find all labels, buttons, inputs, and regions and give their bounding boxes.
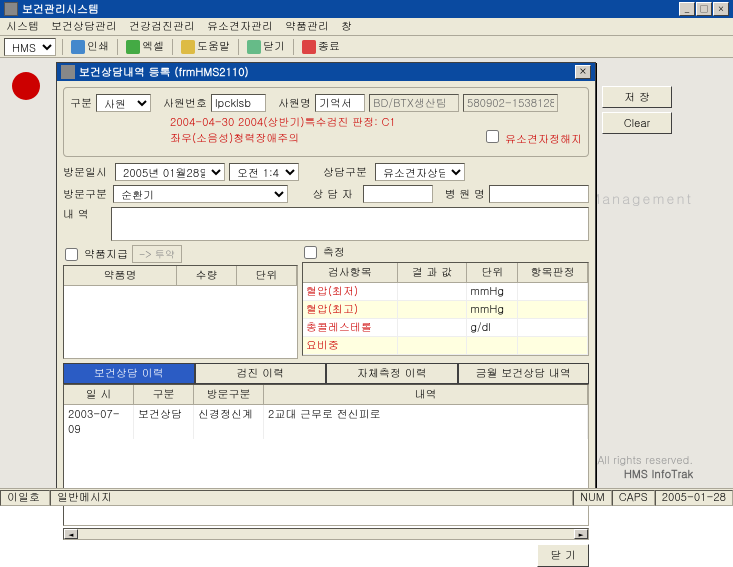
hist-col-visit: 방문구분 [194, 385, 264, 404]
visittime-select[interactable]: 오전 1:45 [229, 163, 299, 181]
hms-select[interactable]: HMS [4, 38, 56, 56]
visitdate-select[interactable]: 2005년 01월28일 [115, 163, 225, 181]
inner-close-dialog-button[interactable]: 닫 기 [537, 544, 589, 567]
status-user: 이일호 [0, 490, 50, 506]
lg-logo-icon [12, 72, 40, 100]
app-icon [4, 2, 18, 16]
meas-col-item: 검사항목 [303, 263, 398, 282]
hospital-input[interactable] [489, 185, 589, 203]
tb-print[interactable]: 인쇄 [69, 39, 111, 54]
measure-checkbox[interactable] [304, 246, 317, 259]
sawonname-label: 사원명 [278, 96, 311, 111]
status-date: 2005-01-28 [655, 490, 733, 506]
measure-row[interactable]: 혈압(최고)mmHg [303, 301, 588, 319]
menu-checkup[interactable]: 건강검진관리 [129, 19, 195, 34]
inner-title: 보건상담내역 등록 (frmHMS2110) [79, 65, 575, 80]
dispense-button[interactable]: -> 투약 [132, 245, 182, 263]
tb-help[interactable]: 도움말 [179, 39, 232, 54]
med-col-name: 약품명 [64, 266, 177, 285]
measure-row[interactable]: 총콜레스테롤g/dl [303, 319, 588, 337]
gubun-label: 구분 [70, 96, 92, 111]
menu-window[interactable]: 창 [341, 19, 352, 34]
measure-row[interactable]: 요비중 [303, 337, 588, 355]
clear-button[interactable]: Clear [602, 112, 672, 134]
warning-line1: 2004-04-30 2004(상반기)특수검진 판정: C1 [170, 115, 582, 130]
sawonno-input[interactable] [211, 94, 266, 112]
counselor-input[interactable] [363, 185, 433, 203]
exit-icon [302, 40, 316, 54]
hist-col-gubun: 구분 [134, 385, 194, 404]
consulttype-label: 상담구분 [323, 165, 371, 180]
scroll-right-icon[interactable]: ► [574, 529, 588, 539]
save-button[interactable]: 저 장 [602, 86, 672, 108]
close-button[interactable]: × [713, 2, 729, 16]
sawonno-label: 사원번호 [163, 96, 207, 111]
hist-col-content: 내역 [264, 385, 588, 404]
toolbar: HMS 인쇄 엑셀 도움말 닫기 종료 [0, 36, 733, 58]
inner-window: 보건상담내역 등록 (frmHMS2110) × 구분 사원 사원번호 사원명 … [56, 62, 596, 492]
closewin-icon [247, 40, 261, 54]
status-message: 일반메시지 [50, 490, 573, 506]
inner-icon [61, 65, 75, 79]
app-title: 보건관리시스템 [22, 2, 679, 17]
warning-line2: 좌우(소음성)청력장애주의 [170, 131, 299, 146]
content-textarea[interactable] [111, 207, 589, 241]
findings-release-label: 유소견자정해지 [505, 132, 582, 147]
app-titlebar: 보건관리시스템 _ □ × [0, 0, 733, 18]
measure-row[interactable]: 혈압(최저)mmHg [303, 283, 588, 301]
gubun-select[interactable]: 사원 [96, 94, 151, 112]
status-num: NUM [573, 490, 611, 506]
counselor-label: 상 담 자 [312, 187, 358, 202]
hist-col-date: 일 시 [64, 385, 134, 404]
tb-exit[interactable]: 종료 [300, 39, 342, 54]
bg-brand: HMS InfoTrak [624, 467, 693, 482]
medicine-label: 약품지급 [84, 247, 128, 262]
dept-field [369, 94, 459, 112]
main-area: ealth Management Ltd. All rights reserve… [0, 58, 733, 488]
tab-checkup-history[interactable]: 검진 이력 [195, 363, 327, 384]
print-icon [71, 40, 85, 54]
tab-consult-history[interactable]: 보건상담 이력 [63, 363, 195, 384]
menu-system[interactable]: 시스템 [6, 19, 39, 34]
medicine-checkbox[interactable] [65, 248, 78, 261]
measure-table: 검사항목 결 과 값 단위 항목판정 혈압(최저)mmHg혈압(최고)mmHg총… [302, 262, 589, 356]
tb-closewin[interactable]: 닫기 [245, 39, 287, 54]
tab-selfmeasure-history[interactable]: 자체측정 이력 [326, 363, 458, 384]
measure-label: 측정 [323, 245, 345, 260]
status-caps: CAPS [612, 490, 655, 506]
findings-release-checkbox[interactable] [486, 130, 499, 143]
meas-col-judge: 항목판정 [518, 263, 588, 282]
content-label: 내 역 [63, 207, 107, 222]
meas-col-val: 결 과 값 [398, 263, 468, 282]
history-scrollbar[interactable]: ◄ ► [63, 528, 589, 540]
menubar: 시스템 보건상담관리 건강검진관리 유소견자관리 약품관리 창 [0, 18, 733, 36]
visittype-label: 방문구분 [63, 187, 109, 202]
ssn-field [463, 94, 558, 112]
med-col-qty: 수량 [177, 266, 237, 285]
inner-titlebar: 보건상담내역 등록 (frmHMS2110) × [57, 63, 595, 81]
excel-icon [126, 40, 140, 54]
scroll-left-icon[interactable]: ◄ [64, 529, 78, 539]
menu-findings[interactable]: 유소견자관리 [207, 19, 273, 34]
history-row[interactable]: 2003-07-09보건상담신경정신계2교대 근무로 전신피로 [64, 405, 588, 439]
menu-consult[interactable]: 보건상담관리 [51, 19, 117, 34]
med-col-unit: 단위 [237, 266, 297, 285]
visittype-select[interactable]: 순환기 [113, 185, 288, 203]
inner-close-button[interactable]: × [575, 65, 591, 79]
restore-button[interactable]: □ [696, 2, 712, 16]
info-panel: 구분 사원 사원번호 사원명 2004-04-30 2004(상반기)특수검진 … [63, 87, 589, 157]
menu-medicine[interactable]: 약품관리 [285, 19, 329, 34]
tb-excel[interactable]: 엑셀 [124, 39, 166, 54]
status-bar: 이일호 일반메시지 NUM CAPS 2005-01-28 [0, 488, 733, 506]
help-icon [181, 40, 195, 54]
visitdate-label: 방문일시 [63, 165, 111, 180]
minimize-button[interactable]: _ [679, 2, 695, 16]
hospital-label: 병 원 명 [445, 187, 485, 202]
meas-col-unit: 단위 [467, 263, 518, 282]
tab-month-consult[interactable]: 금월 보건상담 내역 [458, 363, 590, 384]
consulttype-select[interactable]: 유소견자상담 [375, 163, 465, 181]
medicine-table: 약품명 수량 단위 [63, 265, 298, 359]
sawonname-input[interactable] [315, 94, 365, 112]
history-tabs: 보건상담 이력 검진 이력 자체측정 이력 금월 보건상담 내역 [63, 363, 589, 384]
